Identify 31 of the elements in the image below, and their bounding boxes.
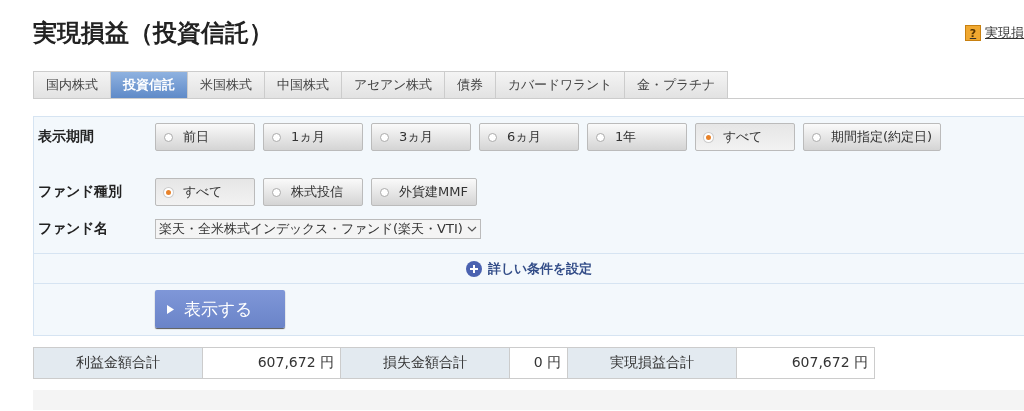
details-link[interactable]: 詳しい条件を設定 xyxy=(488,259,592,278)
radio-option[interactable]: 外貨建MMF xyxy=(371,178,477,206)
radio-option[interactable]: 1ヵ月 xyxy=(263,123,363,151)
help-icon: ? xyxy=(965,25,981,41)
radio-option[interactable]: 株式投信 xyxy=(263,178,363,206)
plus-icon xyxy=(466,260,482,277)
tab[interactable]: 金・プラチナ xyxy=(625,71,728,98)
radio-option[interactable]: 前日 xyxy=(155,123,255,151)
radio-option[interactable]: 3ヵ月 xyxy=(371,123,471,151)
radio-option[interactable]: 6ヵ月 xyxy=(479,123,579,151)
radio-option[interactable]: すべて xyxy=(695,123,795,151)
tab[interactable]: アセアン株式 xyxy=(342,71,445,98)
help-link[interactable]: ? 実現損 xyxy=(965,24,1024,42)
fund-select[interactable]: 楽天・全米株式インデックス・ファンド(楽天・VTI) xyxy=(155,219,481,239)
field-label: ファンド種別 xyxy=(38,183,123,201)
radio-option[interactable]: すべて xyxy=(155,178,255,206)
caret-icon xyxy=(466,226,477,232)
page-title: 実現損益（投資信託） xyxy=(33,18,273,49)
radio-option[interactable]: 期間指定(約定日) xyxy=(803,123,942,151)
radio-option[interactable]: 1年 xyxy=(587,123,687,151)
tab[interactable]: 債券 xyxy=(445,71,496,98)
tab[interactable]: 中国株式 xyxy=(265,71,342,98)
tab[interactable]: 国内株式 xyxy=(33,71,111,98)
field-label: ファンド名 xyxy=(38,220,109,238)
summary-label: 損失金額合計 xyxy=(341,348,510,378)
play-icon xyxy=(167,304,174,314)
tab[interactable]: 米国株式 xyxy=(188,71,265,98)
field-label: 表示期間 xyxy=(38,128,95,146)
tab[interactable]: カバードワラント xyxy=(496,71,625,98)
summary-label: 実現損益合計 xyxy=(568,348,737,378)
summary-label: 利益金額合計 xyxy=(34,348,203,378)
